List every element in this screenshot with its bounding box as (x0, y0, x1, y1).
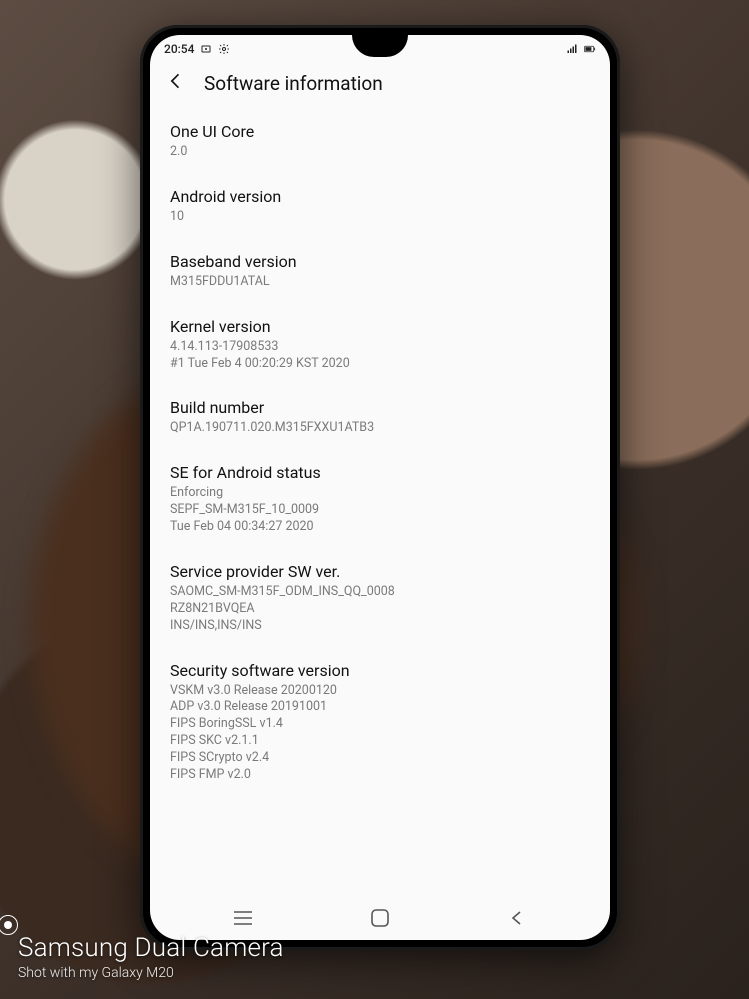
battery-icon (584, 43, 596, 55)
item-title: Build number (170, 398, 590, 418)
item-value: 4.14.113-17908533 #1 Tue Feb 4 00:20:29 … (170, 339, 590, 373)
item-value: VSKM v3.0 Release 20200120 ADP v3.0 Rele… (170, 683, 590, 784)
item-service-provider-sw[interactable]: Service provider SW ver. SAOMC_SM-M315F_… (170, 549, 590, 648)
settings-list[interactable]: One UI Core 2.0 Android version 10 Baseb… (150, 105, 610, 896)
item-title: Kernel version (170, 317, 590, 337)
camera-watermark: Samsung Dual Camera Shot with my Galaxy … (18, 933, 284, 981)
phone-screen: 20:54 Software inf (150, 35, 610, 940)
item-value: QP1A.190711.020.M315FXXU1ATB3 (170, 420, 590, 437)
item-android-version[interactable]: Android version 10 (170, 174, 590, 239)
page-title: Software information (204, 72, 383, 95)
item-value: SAOMC_SM-M315F_ODM_INS_QQ_0008 RZ8N21BVQ… (170, 584, 590, 635)
item-title: Security software version (170, 661, 590, 681)
gear-icon (218, 43, 230, 55)
item-value: M315FDDU1ATAL (170, 274, 590, 291)
screenshot-icon (200, 43, 212, 55)
app-header: Software information (150, 63, 610, 105)
home-button[interactable] (350, 908, 410, 928)
item-se-android-status[interactable]: SE for Android status Enforcing SEPF_SM-… (170, 450, 590, 549)
signal-icon (566, 43, 578, 55)
item-title: Baseband version (170, 252, 590, 272)
watermark-line2: Shot with my Galaxy M20 (18, 965, 284, 981)
status-time: 20:54 (164, 42, 194, 56)
item-security-software-version[interactable]: Security software version VSKM v3.0 Rele… (170, 648, 590, 797)
item-title: Android version (170, 187, 590, 207)
back-nav-button[interactable] (487, 909, 547, 927)
item-kernel-version[interactable]: Kernel version 4.14.113-17908533 #1 Tue … (170, 304, 590, 386)
item-title: One UI Core (170, 122, 590, 142)
item-baseband-version[interactable]: Baseband version M315FDDU1ATAL (170, 239, 590, 304)
back-button[interactable] (166, 71, 186, 95)
item-one-ui-core[interactable]: One UI Core 2.0 (170, 109, 590, 174)
recents-button[interactable] (213, 909, 273, 927)
item-value: 2.0 (170, 144, 590, 161)
phone-frame: 20:54 Software inf (140, 25, 620, 950)
item-value: 10 (170, 209, 590, 226)
item-build-number[interactable]: Build number QP1A.190711.020.M315FXXU1AT… (170, 385, 590, 450)
item-title: SE for Android status (170, 463, 590, 483)
watermark-line1: Samsung Dual Camera (18, 933, 284, 963)
item-title: Service provider SW ver. (170, 562, 590, 582)
item-value: Enforcing SEPF_SM-M315F_10_0009 Tue Feb … (170, 485, 590, 536)
